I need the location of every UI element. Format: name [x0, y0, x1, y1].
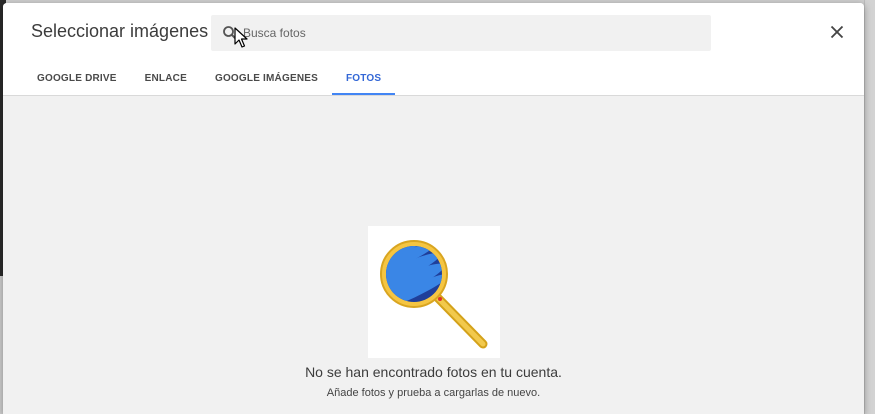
- dialog-title: Seleccionar imágenes: [31, 21, 209, 41]
- tab-enlace[interactable]: ENLACE: [131, 61, 201, 95]
- dialog-header: Seleccionar imágenes GOOGLE DRIVE ENLACE…: [3, 3, 864, 96]
- empty-state-title: No se han encontrado fotos en tu cuenta.: [305, 364, 562, 380]
- image-picker-dialog: Seleccionar imágenes GOOGLE DRIVE ENLACE…: [3, 3, 864, 414]
- search-box[interactable]: [211, 15, 711, 51]
- tab-fotos[interactable]: FOTOS: [331, 61, 396, 95]
- magnifying-glass-globe-icon: [368, 226, 500, 358]
- search-icon: [223, 26, 237, 40]
- close-icon[interactable]: [826, 21, 848, 43]
- tab-google-imagenes[interactable]: GOOGLE IMÁGENES: [201, 61, 332, 95]
- dialog-content: No se han encontrado fotos en tu cuenta.…: [3, 96, 864, 414]
- source-tabs: GOOGLE DRIVE ENLACE GOOGLE IMÁGENES FOTO…: [23, 61, 396, 95]
- window-scrollbar[interactable]: [864, 0, 875, 414]
- search-input[interactable]: [243, 15, 703, 51]
- empty-state-subtitle: Añade fotos y prueba a cargarlas de nuev…: [326, 387, 541, 399]
- tab-google-drive[interactable]: GOOGLE DRIVE: [23, 61, 131, 95]
